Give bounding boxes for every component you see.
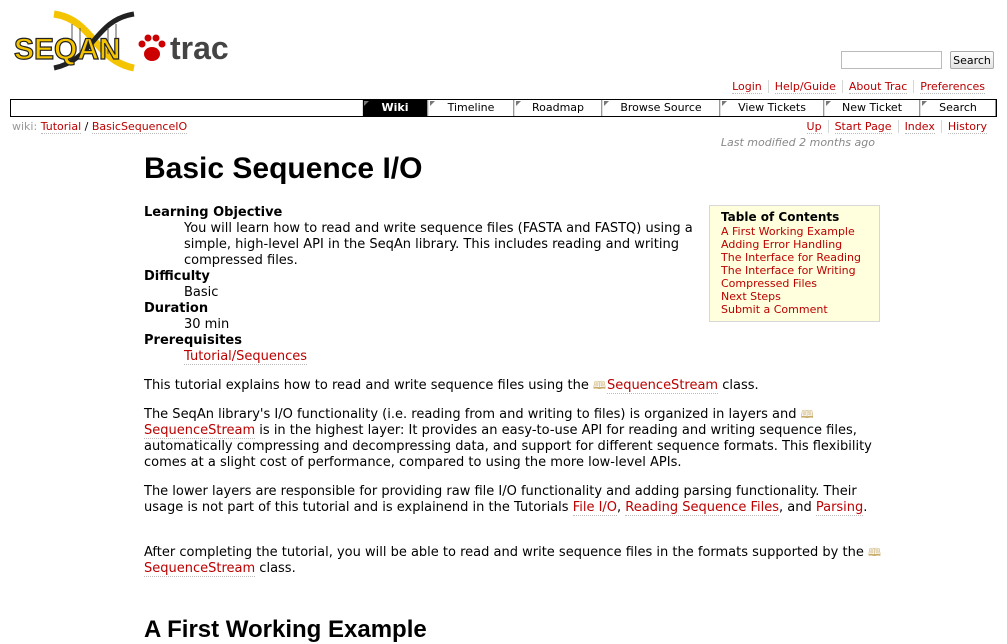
history-link[interactable]: History: [947, 120, 987, 134]
duration-label: Duration: [144, 301, 209, 316]
reading-sequence-files-link[interactable]: Reading Sequence Files: [625, 500, 779, 516]
search-button[interactable]: Search: [950, 51, 994, 69]
prerequisites-link[interactable]: Tutorial/Sequences: [184, 349, 308, 365]
toc-item[interactable]: The Interface for Writing: [721, 264, 868, 277]
difficulty-label: Difficulty: [144, 269, 210, 284]
p2-text: The SeqAn library's I/O functionality (i…: [144, 407, 801, 422]
last-modified-prefix: Last modified: [720, 136, 800, 149]
p1-text-after: class.: [718, 378, 759, 393]
toc-item[interactable]: Submit a Comment: [721, 303, 868, 316]
breadcrumb-tutorial-link[interactable]: Tutorial: [40, 120, 82, 134]
paragraph-lower-layers: The lower layers are responsible for pro…: [144, 484, 884, 516]
toc-item[interactable]: Next Steps: [721, 290, 868, 303]
login-link[interactable]: Login: [732, 80, 762, 94]
difficulty-value: Basic: [184, 285, 219, 300]
breadcrumb: wiki: Tutorial / BasicSequenceIO: [12, 120, 188, 134]
help-guide-link[interactable]: Help/Guide: [774, 80, 836, 94]
preferences-link[interactable]: Preferences: [920, 80, 985, 94]
tutorial-info-list: Learning Objective You will learn how to…: [144, 205, 694, 365]
p4-text-after: class.: [255, 561, 296, 576]
toc-item[interactable]: Compressed Files: [721, 277, 868, 290]
breadcrumb-separator: /: [84, 120, 89, 133]
p1-text: This tutorial explains how to read and w…: [144, 378, 593, 393]
file-io-link[interactable]: File I/O: [572, 500, 618, 516]
p3-text-after: .: [863, 500, 868, 515]
tab-search[interactable]: Search: [920, 100, 996, 116]
search-input[interactable]: [841, 51, 942, 69]
svg-text:SEQAN: SEQAN: [14, 33, 121, 66]
header: SEQAN trac Search: [0, 0, 1007, 80]
mainnav-spacer: [11, 100, 362, 116]
table-of-contents: Table of Contents A First Working Exampl…: [709, 205, 880, 322]
paragraph-after-completing: After completing the tutorial, you will …: [144, 545, 884, 577]
seqan-trac-logo[interactable]: SEQAN trac: [14, 10, 229, 76]
context-navigation: Up Start Page Index History: [801, 120, 993, 134]
tab-timeline[interactable]: Timeline: [428, 100, 514, 116]
breadcrumb-prefix: wiki:: [12, 120, 38, 133]
index-link[interactable]: Index: [904, 120, 935, 134]
tab-view-tickets[interactable]: View Tickets: [720, 100, 824, 116]
tab-browse-source[interactable]: Browse Source: [602, 100, 720, 116]
book-icon: 🕮: [800, 408, 814, 421]
tab-new-ticket[interactable]: New Ticket: [824, 100, 920, 116]
toc-item[interactable]: The Interface for Reading: [721, 251, 868, 264]
book-icon: 🕮: [867, 546, 881, 559]
last-modified-link[interactable]: 2 months ago: [799, 136, 875, 149]
breadcrumb-page-link[interactable]: BasicSequenceIO: [91, 120, 188, 134]
duration-value: 30 min: [184, 317, 230, 332]
p3-sep: , and: [778, 500, 816, 515]
toc-title: Table of Contents: [721, 210, 840, 224]
about-trac-link[interactable]: About Trac: [848, 80, 908, 94]
meta-navigation: Login Help/Guide About Trac Preferences: [726, 80, 991, 94]
last-modified: Last modified 2 months ago: [721, 136, 875, 149]
prerequisites-value: Tutorial/Sequences: [184, 349, 694, 365]
paragraph-intro: This tutorial explains how to read and w…: [144, 378, 884, 394]
learning-objective-label: Learning Objective: [144, 205, 283, 220]
prerequisites-label: Prerequisites: [144, 333, 242, 348]
up-link[interactable]: Up: [806, 120, 822, 134]
toc-item[interactable]: Adding Error Handling: [721, 238, 868, 251]
p4-text: After completing the tutorial, you will …: [144, 545, 868, 560]
svg-text:trac: trac: [170, 30, 229, 66]
tab-roadmap[interactable]: Roadmap: [514, 100, 602, 116]
sequencestream-link[interactable]: SequenceStream: [144, 423, 256, 439]
paragraph-layers: The SeqAn library's I/O functionality (i…: [144, 407, 884, 471]
start-page-link[interactable]: Start Page: [834, 120, 892, 134]
learning-objective-text: You will learn how to read and write seq…: [184, 221, 693, 268]
page-title: Basic Sequence I/O: [144, 152, 423, 185]
tab-wiki[interactable]: Wiki: [362, 100, 428, 116]
main-navigation: Wiki Timeline Roadmap Browse Source View…: [10, 99, 997, 117]
parsing-link[interactable]: Parsing: [815, 500, 864, 516]
book-icon: 🕮: [592, 379, 606, 392]
sequencestream-link[interactable]: SequenceStream: [144, 561, 256, 577]
toc-item[interactable]: A First Working Example: [721, 225, 868, 238]
sequencestream-link[interactable]: SequenceStream: [606, 378, 719, 394]
